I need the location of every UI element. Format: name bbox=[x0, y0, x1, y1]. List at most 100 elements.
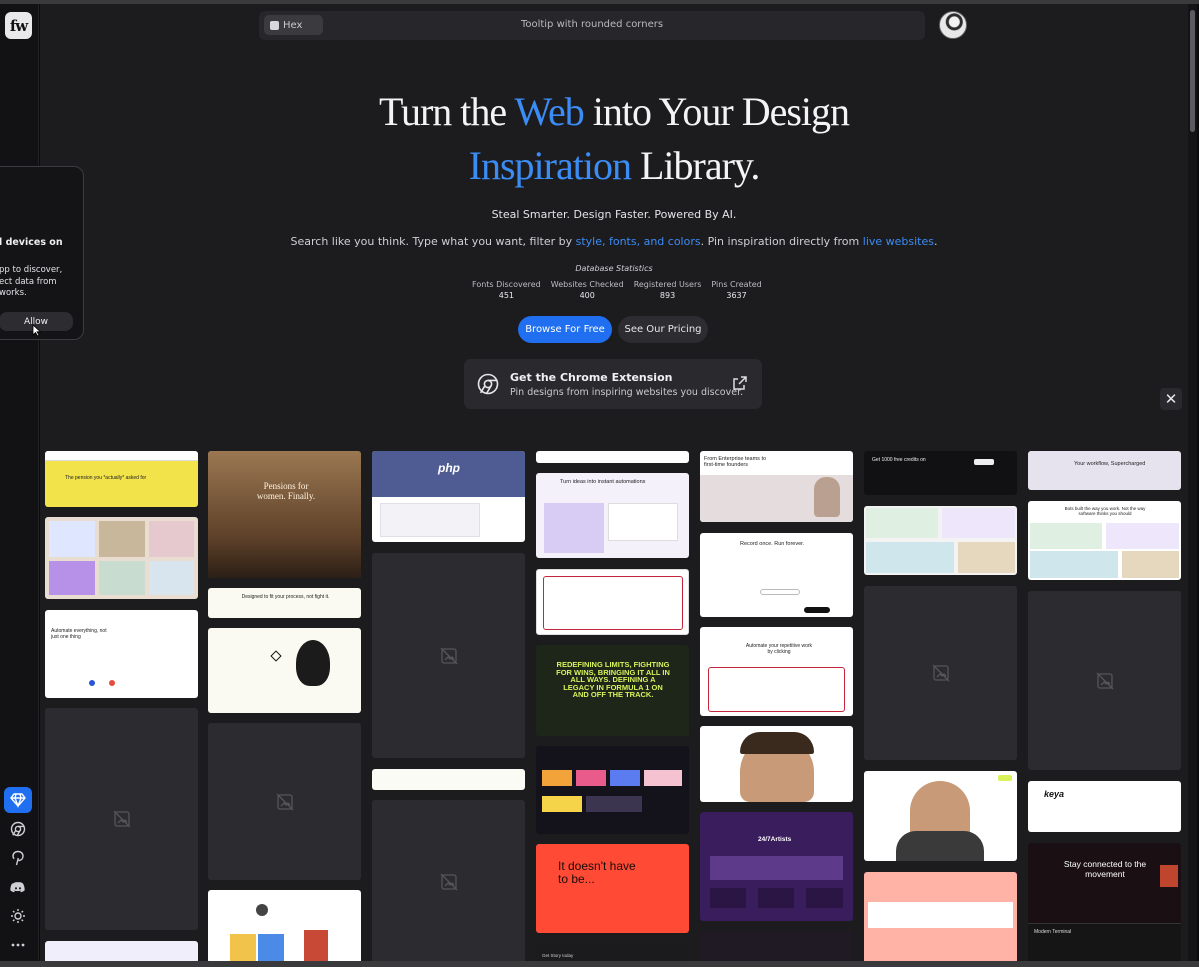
tile-shirt bbox=[896, 831, 984, 861]
pin-card[interactable]: Automate everything, not just one thing bbox=[45, 610, 198, 698]
permission-line: works. bbox=[0, 288, 27, 298]
tile-headline: keya bbox=[1044, 789, 1065, 799]
pin-card[interactable] bbox=[700, 726, 853, 802]
chrome-icon[interactable] bbox=[4, 816, 32, 842]
permission-body: pp to discover, ect data from works. bbox=[0, 265, 79, 300]
browse-free-button[interactable]: Browse For Free bbox=[518, 316, 612, 343]
pin-card[interactable] bbox=[700, 931, 853, 961]
pin-card[interactable]: Stay connected to the movement Modern Te… bbox=[1028, 843, 1181, 961]
stat-label: Fonts Discovered bbox=[472, 280, 541, 289]
chrome-extension-card[interactable]: Get the Chrome Extension Pin designs fro… bbox=[464, 359, 762, 409]
pin-card[interactable] bbox=[864, 872, 1017, 961]
tile-headline: Automate your repetitive work by clickin… bbox=[745, 643, 813, 655]
tile-headline: REDEFINING LIMITS, FIGHTING FOR WINS, BR… bbox=[556, 660, 670, 699]
stats-title: Database Statistics bbox=[575, 264, 653, 273]
tile-panel bbox=[710, 856, 843, 880]
pin-card[interactable] bbox=[536, 746, 689, 834]
close-icon[interactable]: ✕ bbox=[1160, 388, 1182, 410]
tile-headline: Get 1000 free credits on bbox=[872, 457, 926, 463]
discord-icon[interactable] bbox=[4, 874, 32, 900]
tile-badge bbox=[998, 775, 1012, 781]
tile-header bbox=[45, 451, 198, 461]
stat-value: 893 bbox=[659, 291, 676, 300]
pin-card-placeholder[interactable] bbox=[372, 800, 525, 961]
pin-card[interactable] bbox=[536, 451, 689, 463]
subline-text: Search like you think. Type what you wan… bbox=[290, 235, 576, 248]
more-icon[interactable] bbox=[4, 932, 32, 958]
tile-headline: Bots built the way you work. Not the way… bbox=[1064, 506, 1146, 516]
pin-card-placeholder[interactable] bbox=[208, 723, 361, 880]
tile-panel bbox=[543, 576, 683, 630]
tile-image bbox=[208, 451, 361, 578]
pin-card[interactable] bbox=[864, 506, 1017, 575]
pin-card[interactable]: Get Story today bbox=[536, 943, 689, 961]
hero-tagline: Steal Smarter. Design Faster. Powered By… bbox=[491, 208, 737, 221]
pin-card[interactable]: keya bbox=[1028, 781, 1181, 832]
tile-headline: From Enterprise teams to first-time foun… bbox=[704, 456, 767, 468]
tile-panel bbox=[542, 770, 572, 786]
filter-link[interactable]: style, fonts, and colors bbox=[576, 235, 701, 248]
tile-panel bbox=[1106, 523, 1179, 549]
pin-card[interactable] bbox=[208, 890, 361, 961]
pin-card[interactable]: REDEFINING LIMITS, FIGHTING FOR WINS, BR… bbox=[536, 645, 689, 736]
search-query[interactable]: Tooltip with rounded corners bbox=[259, 19, 925, 30]
mouse-cursor-icon bbox=[32, 324, 42, 337]
app-logo[interactable]: fw bbox=[5, 12, 32, 39]
stat-websites: Websites Checked 400 bbox=[551, 280, 624, 300]
pin-card[interactable]: Pensions for women. Finally. bbox=[208, 451, 361, 578]
pin-card-placeholder[interactable] bbox=[45, 708, 198, 930]
stat-pins: Pins Created 3637 bbox=[711, 280, 761, 300]
tile-headline: Record once. Run forever. bbox=[740, 541, 805, 547]
sun-icon[interactable] bbox=[4, 903, 32, 929]
pin-card-placeholder[interactable] bbox=[372, 553, 525, 758]
pin-card-placeholder[interactable] bbox=[1028, 591, 1181, 770]
scrollbar[interactable] bbox=[1188, 4, 1197, 961]
permission-popup: l devices on pp to discover, ect data fr… bbox=[0, 166, 84, 340]
image-unavailable-icon bbox=[113, 810, 130, 828]
permission-line: ect data from bbox=[0, 276, 57, 287]
pin-card[interactable]: Designed to fit your process, not fight … bbox=[208, 588, 361, 618]
pin-card[interactable]: Turn ideas into instant automations bbox=[536, 473, 689, 558]
pin-card[interactable]: 24/7Artists bbox=[700, 812, 853, 921]
permission-line: pp to discover, bbox=[0, 265, 63, 275]
pin-card[interactable]: It doesn't have to be... bbox=[536, 844, 689, 933]
tile-pill bbox=[760, 589, 800, 595]
pinterest-icon[interactable] bbox=[4, 845, 32, 871]
pin-card[interactable] bbox=[536, 569, 689, 635]
hero-title-line1: Turn the Web into Your Design bbox=[40, 88, 1188, 135]
hero-title-text: Turn the bbox=[378, 89, 515, 134]
pin-card[interactable]: Bots built the way you work. Not the way… bbox=[1028, 501, 1181, 580]
tile-panel bbox=[230, 934, 256, 961]
pin-card[interactable] bbox=[45, 517, 198, 599]
pin-card[interactable] bbox=[45, 941, 198, 961]
avatar[interactable] bbox=[939, 11, 967, 39]
pin-card[interactable]: Automate your repetitive work by clickin… bbox=[700, 627, 853, 716]
tile-panel bbox=[710, 888, 746, 908]
pin-card[interactable] bbox=[864, 771, 1017, 861]
pin-card[interactable]: Record once. Run forever. bbox=[700, 533, 853, 617]
pin-card[interactable] bbox=[208, 628, 361, 713]
pricing-button[interactable]: See Our Pricing bbox=[618, 316, 708, 343]
tile-panel bbox=[758, 888, 794, 908]
tile-panel bbox=[99, 561, 145, 595]
pin-card[interactable]: php bbox=[372, 451, 525, 542]
search-bar[interactable]: Hex Tooltip with rounded corners bbox=[259, 11, 925, 40]
tile-panel bbox=[586, 796, 642, 812]
diamond-icon[interactable] bbox=[4, 787, 32, 813]
tile-panel bbox=[608, 503, 678, 541]
pin-card[interactable]: From Enterprise teams to first-time foun… bbox=[700, 451, 853, 522]
stat-users: Registered Users 893 bbox=[634, 280, 702, 300]
tile-panel bbox=[958, 542, 1015, 573]
subline-text: . bbox=[934, 235, 938, 248]
tile-headline: Your workflow, Supercharged bbox=[1074, 461, 1146, 467]
pin-card[interactable]: The pension you *actually* asked for bbox=[45, 451, 198, 507]
tile-panel bbox=[1030, 523, 1102, 549]
scrollbar-thumb[interactable] bbox=[1190, 10, 1195, 132]
pin-card[interactable] bbox=[372, 769, 525, 790]
pin-card-placeholder[interactable] bbox=[864, 586, 1017, 760]
pin-card[interactable]: Get 1000 free credits on bbox=[864, 451, 1017, 495]
pin-card[interactable]: Your workflow, Supercharged bbox=[1028, 451, 1181, 490]
tile-panel bbox=[866, 508, 938, 538]
live-websites-link[interactable]: live websites bbox=[863, 235, 934, 248]
hero-subline: Search like you think. Type what you wan… bbox=[40, 235, 1188, 248]
